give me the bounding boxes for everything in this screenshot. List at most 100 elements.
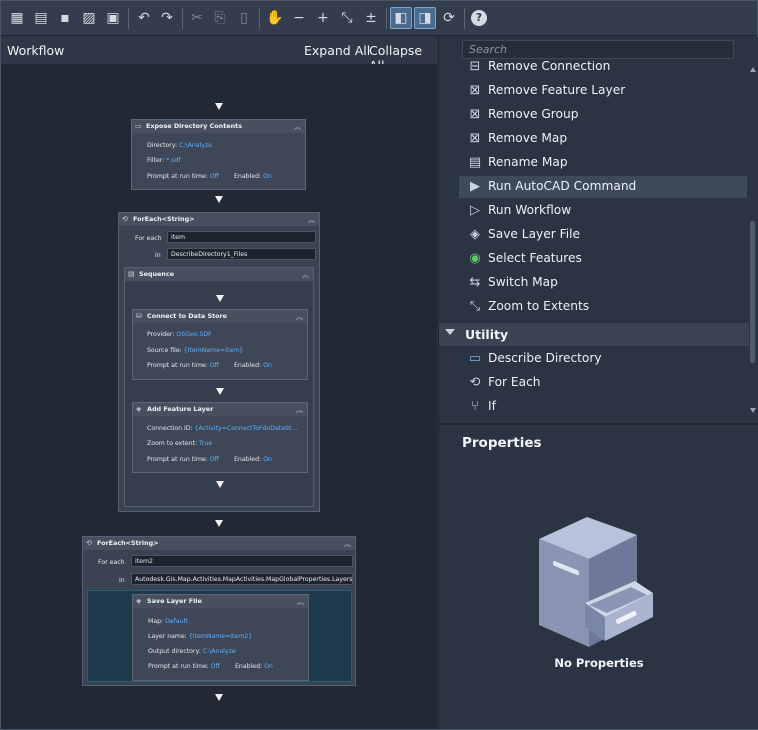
enabled-label: Enabled: — [235, 663, 263, 670]
collapse-icon[interactable]: ︽ — [296, 405, 303, 415]
file-cabinet-icon — [535, 517, 655, 651]
zoom-label: Zoom to extent: — [147, 440, 198, 447]
if-icon: ⑂ — [471, 399, 479, 414]
new-workflow-icon[interactable]: ▦ — [6, 7, 28, 29]
collapse-icon[interactable]: ︽ — [294, 122, 301, 132]
refresh-icon[interactable]: ⟳ — [438, 7, 460, 29]
properties-panel: Properties No Properties — [439, 425, 758, 729]
foreach-variable-field[interactable]: item — [167, 231, 316, 243]
toolbox-item-label: Remove Group — [488, 107, 579, 121]
zoom-in-icon[interactable]: + — [312, 7, 334, 29]
redo-icon[interactable]: ↷ — [156, 7, 178, 29]
in-collection-field[interactable]: Autodesk.Gis.Map.Activities.MapActivitie… — [131, 573, 353, 585]
toolbox-item-rename-map[interactable]: ▤ Rename Map — [459, 152, 747, 174]
enabled-value[interactable]: On — [263, 173, 272, 180]
zoom-value[interactable]: True — [199, 440, 212, 447]
directory-value[interactable]: C:\Analyze — [179, 142, 212, 149]
activity-save-layer-file[interactable]: ◈ Save Layer File ︽ Map: Default Layer n… — [132, 594, 309, 681]
toolbox-item-run-workflow[interactable]: ▷ Run Workflow — [459, 200, 747, 222]
category-utility[interactable]: Utility — [439, 323, 749, 346]
collapse-icon[interactable]: ︽ — [296, 312, 303, 322]
save-all-icon[interactable]: ▣ — [102, 7, 124, 29]
toolbox-item-save-layer-file[interactable]: ◈ Save Layer File — [459, 224, 747, 246]
scroll-down-icon[interactable] — [750, 408, 756, 413]
activity-header: ⟲ ForEach<String> ︽ — [83, 537, 355, 550]
toolbox-item-run-autocad-command[interactable]: ▶ Run AutoCAD Command — [459, 176, 747, 198]
layout-properties-icon[interactable]: ◨ — [414, 7, 436, 29]
prompt-value[interactable]: Off — [211, 663, 220, 670]
expand-all-button[interactable]: Expand All — [304, 43, 370, 58]
activity-add-feature-layer[interactable]: ◈ Add Feature Layer ︽ Connection ID: {Ac… — [132, 402, 308, 473]
connection-value[interactable]: {Activity=ConnectToFdoDataSt... — [195, 425, 298, 432]
toolbox-item-remove-map[interactable]: ⊠ Remove Map — [459, 128, 747, 150]
toolbox-item-remove-group[interactable]: ⊠ Remove Group — [459, 104, 747, 126]
save-as-icon[interactable]: ▨ — [78, 7, 100, 29]
zoom-reset-icon[interactable]: ± — [360, 7, 382, 29]
activity-title: Expose Directory Contents — [146, 122, 242, 130]
toolbox-item-label: Zoom to Extents — [488, 299, 590, 313]
search-input[interactable]: Search — [462, 40, 734, 59]
activity-header: ⛁ Connect to Data Store ︽ — [133, 310, 307, 323]
activity-header: ◈ Save Layer File ︽ — [133, 595, 308, 608]
toolbox-item-select-features[interactable]: ◉ Select Features — [459, 248, 747, 270]
activity-expose-directory[interactable]: ▭ Expose Directory Contents ︽ Directory:… — [131, 119, 306, 190]
activity-sequence[interactable]: ▤ Sequence ︽ ⛁ Connect to Data Store ︽ P… — [124, 267, 314, 507]
prompt-value[interactable]: Off — [210, 456, 219, 463]
save-icon[interactable]: ▪ — [54, 7, 76, 29]
filter-value[interactable]: *.sdf — [166, 157, 180, 164]
in-collection-field[interactable]: DescribeDirectory1_Files — [167, 248, 316, 260]
provider-value[interactable]: OSGeo.SDF — [176, 331, 211, 338]
toolbox-item-remove-feature-layer[interactable]: ⊠ Remove Feature Layer — [459, 80, 747, 102]
activity-title: Add Feature Layer — [147, 405, 214, 413]
activity-foreach-item[interactable]: ⟲ ForEach<String> ︽ For each item in Des… — [118, 212, 320, 512]
toolbox-scrollbar[interactable] — [747, 61, 758, 421]
workflow-canvas[interactable]: ▭ Expose Directory Contents ︽ Directory:… — [1, 64, 437, 729]
flow-arrow — [215, 520, 223, 527]
prompt-value[interactable]: Off — [210, 173, 219, 180]
output-directory-value[interactable]: C:\Analyze — [203, 648, 236, 655]
undo-icon[interactable]: ↶ — [133, 7, 155, 29]
toolbox-item-describe-directory[interactable]: ▭ Describe Directory — [459, 348, 747, 370]
zoom-extents-icon[interactable]: ⤡ — [336, 7, 358, 29]
activity-title: ForEach<String> — [97, 539, 159, 547]
source-value[interactable]: {ItemName=item} — [184, 347, 243, 354]
activity-foreach-item2[interactable]: ⟲ ForEach<String> ︽ For each item2 in Au… — [82, 536, 356, 686]
toolbox-item-remove-connection[interactable]: ⊟ Remove Connection — [459, 61, 747, 78]
copy-icon[interactable]: ⎘ — [209, 7, 231, 29]
collapse-icon[interactable]: ︽ — [308, 215, 315, 225]
toolbar: ▦ ▤ ▪ ▨ ▣ ↶ ↷ ✂ ⎘ ▯ ✋ − + ⤡ ± ◧ ◨ ⟳ ? — [1, 1, 757, 36]
map-label: Map: — [148, 618, 164, 625]
toolbox-item-label: Run AutoCAD Command — [488, 179, 637, 193]
prompt-row: Prompt at run time: Off — [148, 663, 220, 670]
foreach-variable-field[interactable]: item2 — [131, 555, 353, 567]
scroll-up-icon[interactable] — [750, 67, 756, 72]
map-value[interactable]: Default — [165, 618, 188, 625]
collapse-icon[interactable]: ︽ — [297, 597, 304, 607]
zoom-row: Zoom to extent: True — [147, 440, 212, 447]
layout-toolbox-icon[interactable]: ◧ — [390, 7, 412, 29]
run-workflow-icon: ▷ — [470, 203, 480, 218]
toolbox-item-zoom-to-extents[interactable]: ⤡ Zoom to Extents — [459, 296, 747, 318]
open-workflow-icon[interactable]: ▤ — [30, 7, 52, 29]
toolbox-item-for-each[interactable]: ⟲ For Each — [459, 372, 747, 394]
enabled-row: Enabled: On — [235, 663, 273, 670]
activity-title: Sequence — [139, 270, 175, 278]
activity-title: Connect to Data Store — [147, 312, 227, 320]
prompt-label: Prompt at run time: — [147, 362, 208, 369]
toolbox-item-switch-map[interactable]: ⇆ Switch Map — [459, 272, 747, 294]
enabled-value[interactable]: On — [263, 362, 272, 369]
paste-icon[interactable]: ▯ — [233, 7, 255, 29]
scroll-thumb[interactable] — [750, 221, 755, 363]
enabled-value[interactable]: On — [263, 456, 272, 463]
activity-connect-data-store[interactable]: ⛁ Connect to Data Store ︽ Provider: OSGe… — [132, 309, 308, 380]
zoom-out-icon[interactable]: − — [288, 7, 310, 29]
collapse-icon[interactable]: ︽ — [302, 270, 309, 280]
cut-icon[interactable]: ✂ — [186, 7, 208, 29]
layer-name-value[interactable]: {ItemName=item2} — [189, 633, 252, 640]
prompt-value[interactable]: Off — [210, 362, 219, 369]
enabled-value[interactable]: On — [264, 663, 273, 670]
help-icon[interactable]: ? — [468, 7, 490, 29]
collapse-icon[interactable]: ︽ — [344, 539, 351, 549]
pan-icon[interactable]: ✋ — [264, 7, 286, 29]
toolbox-item-if[interactable]: ⑂ If — [459, 396, 747, 418]
